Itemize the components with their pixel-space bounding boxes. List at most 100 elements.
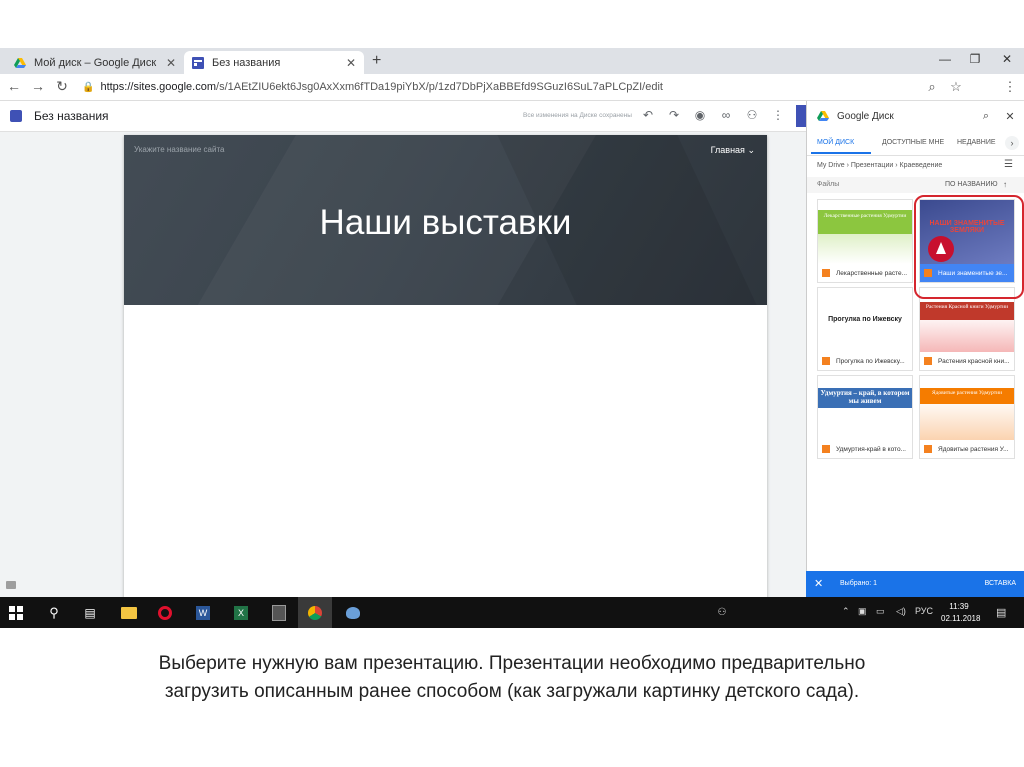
file-tile[interactable]: Лекарственные растения Удмуртии Лекарств… xyxy=(818,200,912,282)
chevron-up-icon[interactable]: ⌃ xyxy=(842,606,850,617)
people-icon[interactable]: ⚇ xyxy=(712,597,732,628)
maximize-button[interactable]: ❐ xyxy=(966,52,984,66)
slides-file-icon xyxy=(822,357,830,365)
sort-arrow-up-icon[interactable]: ↑ xyxy=(1003,180,1007,189)
drive-title: Google Диск xyxy=(837,111,894,122)
more-options-icon[interactable]: ⋮ xyxy=(770,108,786,122)
calculator-icon[interactable] xyxy=(264,597,294,628)
thumbnail-text: Прогулка по Ижевску xyxy=(828,316,902,323)
tab-close-icon[interactable]: ✕ xyxy=(164,56,178,70)
breadcrumb-item[interactable]: Презентации xyxy=(851,162,893,169)
system-clock[interactable]: 11:39 02.11.2018 xyxy=(941,601,981,625)
slides-file-icon xyxy=(924,445,932,453)
tab-shared-with-me[interactable]: ДОСТУПНЫЕ МНЕ xyxy=(882,139,944,146)
reload-icon[interactable]: ↻ xyxy=(54,78,70,95)
header-banner[interactable]: Укажите название сайта Главная ⌄ Наши вы… xyxy=(124,135,767,305)
thumbnail-text: Лекарственные растения Удмуртии xyxy=(823,213,907,219)
google-drive-icon xyxy=(817,111,829,121)
forward-icon[interactable]: → xyxy=(30,78,46,94)
file-name: Удмуртия-край в кото... xyxy=(836,445,906,453)
new-tab-button[interactable]: + xyxy=(372,52,381,70)
insert-button[interactable]: ВСТАВКА xyxy=(985,580,1016,587)
chrome-icon[interactable] xyxy=(298,597,332,628)
preview-eye-icon[interactable]: ◉ xyxy=(692,108,708,122)
tab-close-icon[interactable]: ✕ xyxy=(344,56,358,70)
file-tile[interactable]: Ядовитые растения Удмуртии Ядовитые раст… xyxy=(920,376,1014,458)
paint-icon[interactable] xyxy=(338,597,368,628)
clock-date: 02.11.2018 xyxy=(941,614,981,623)
close-window-button[interactable]: ✕ xyxy=(998,52,1016,66)
site-title[interactable]: Без названия xyxy=(34,109,109,123)
file-explorer-icon[interactable] xyxy=(114,597,144,628)
site-name-placeholder[interactable]: Укажите название сайта xyxy=(134,145,224,154)
file-thumbnail: Прогулка по Ижевску xyxy=(818,288,912,352)
add-person-icon[interactable]: ⚇ xyxy=(744,108,760,122)
network-icon[interactable]: ▭ xyxy=(876,606,885,617)
selected-count: Выбрано: 1 xyxy=(840,580,878,587)
excel-icon[interactable]: X xyxy=(226,597,256,628)
thumbnail-text: Удмуртия – край, в котором мы живем xyxy=(820,389,910,405)
save-status: Все изменения на Диске сохранены xyxy=(523,112,632,119)
search-icon[interactable]: ⌕ xyxy=(979,110,993,123)
link-icon[interactable]: ∞ xyxy=(718,108,734,122)
minimize-button[interactable]: — xyxy=(936,52,954,66)
google-sites-icon xyxy=(192,56,204,69)
zoom-icon[interactable]: ⌕ xyxy=(924,79,940,95)
active-tab-indicator xyxy=(811,152,871,154)
clear-selection-icon[interactable]: ✕ xyxy=(814,577,823,590)
redo-icon[interactable]: ↷ xyxy=(666,108,682,122)
nav-home-label: Главная xyxy=(710,145,745,155)
feedback-icon[interactable] xyxy=(6,581,16,589)
slides-file-icon xyxy=(924,357,932,365)
caption-line: загрузить описанным ранее способом (как … xyxy=(164,681,860,702)
close-icon[interactable]: ✕ xyxy=(1003,110,1017,123)
input-language[interactable]: РУС xyxy=(915,606,933,616)
list-view-icon[interactable]: ☰ xyxy=(1004,159,1013,170)
tab-untitled[interactable]: Без названия ✕ xyxy=(184,51,364,74)
slides-file-icon xyxy=(822,269,830,277)
lock-icon: 🔒 xyxy=(82,81,95,93)
opera-icon[interactable] xyxy=(150,597,180,628)
menu-icon[interactable]: ⋮ xyxy=(1002,79,1018,95)
volume-icon[interactable]: ◁) xyxy=(896,606,906,617)
file-name: Растения красной кни... xyxy=(938,357,1010,365)
selection-highlight-ring xyxy=(914,195,1024,299)
address-bar[interactable]: 🔒 https://sites.google.com/s/1AEtZIU6ekt… xyxy=(82,77,912,97)
breadcrumb-item[interactable]: Краеведение xyxy=(900,162,943,169)
file-tile[interactable]: Растения Красной книги Удмуртии Растения… xyxy=(920,288,1014,370)
chevron-down-icon: ⌄ xyxy=(747,145,755,155)
file-thumbnail: Лекарственные растения Удмуртии xyxy=(818,200,912,264)
search-icon[interactable]: ⚲ xyxy=(40,597,68,628)
tab-my-drive[interactable]: МОЙ ДИСК xyxy=(817,139,854,146)
notifications-icon[interactable]: ▤ xyxy=(996,606,1006,619)
files-label: Файлы xyxy=(817,181,840,188)
file-tile[interactable]: Удмуртия – край, в котором мы живем Удму… xyxy=(818,376,912,458)
breadcrumb-item[interactable]: My Drive xyxy=(817,162,845,169)
back-icon[interactable]: ← xyxy=(6,78,22,94)
google-drive-icon xyxy=(14,57,26,68)
task-view-icon[interactable]: ▤ xyxy=(76,597,104,628)
chevron-right-icon[interactable]: › xyxy=(1005,136,1019,150)
site-page-canvas[interactable]: Укажите название сайта Главная ⌄ Наши вы… xyxy=(124,135,767,628)
sort-header: Файлы ПО НАЗВАНИЮ ↑ xyxy=(807,177,1024,193)
undo-icon[interactable]: ↶ xyxy=(640,108,656,122)
page-heading[interactable]: Наши выставки xyxy=(124,203,767,243)
tab-title: Мой диск – Google Диск xyxy=(34,56,157,69)
file-name: Лекарственные расте... xyxy=(836,269,908,277)
clock-time: 11:39 xyxy=(949,602,969,611)
file-name: Ядовитые растения У... xyxy=(938,445,1009,453)
bookmark-star-icon[interactable]: ☆ xyxy=(948,79,964,95)
tab-my-drive[interactable]: Мой диск – Google Диск ✕ xyxy=(6,51,184,74)
tab-recent[interactable]: НЕДАВНИЕ xyxy=(957,139,996,146)
word-icon[interactable]: W xyxy=(188,597,218,628)
drive-tabs: МОЙ ДИСК ДОСТУПНЫЕ МНЕ НЕДАВНИЕ › xyxy=(807,131,1024,156)
sort-by-name-button[interactable]: ПО НАЗВАНИЮ xyxy=(945,181,998,188)
language-switch-icon[interactable]: ▣ xyxy=(858,606,867,617)
url-path: /s/1AEtZIU6ekt6Jsg0AxXxm6fTDa19piYbX/p/1… xyxy=(216,81,663,93)
drive-selection-bar: ✕ Выбрано: 1 ВСТАВКА xyxy=(806,571,1024,597)
file-tile[interactable]: Прогулка по Ижевску Прогулка по Ижевску.… xyxy=(818,288,912,370)
browser-toolbar: ← → ↻ 🔒 https://sites.google.com/s/1AEtZ… xyxy=(0,74,1024,101)
windows-start-icon[interactable] xyxy=(0,597,32,628)
url-host: https://sites.google.com xyxy=(100,81,217,93)
nav-home-menu[interactable]: Главная ⌄ xyxy=(711,145,755,156)
